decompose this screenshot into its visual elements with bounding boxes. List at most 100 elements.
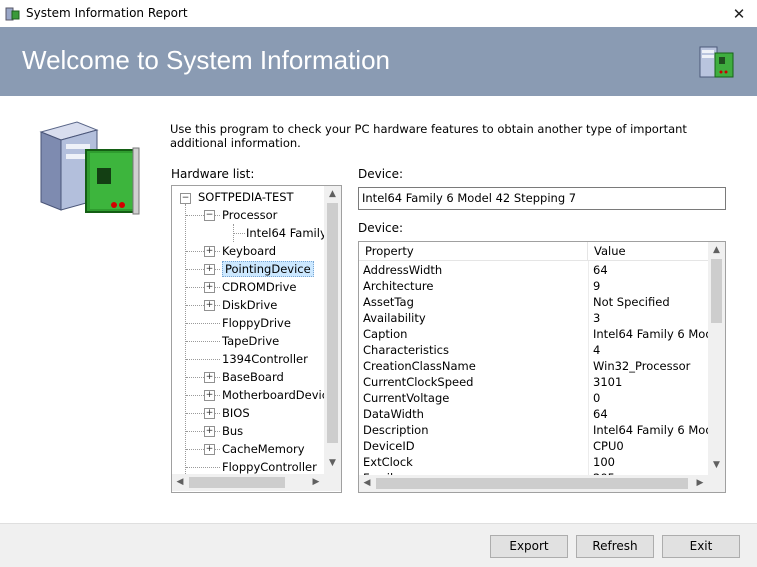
- property-value[interactable]: Intel64 Family 6 Model 42 Stepping 7: [593, 326, 708, 342]
- tree-item[interactable]: Bus: [222, 422, 243, 440]
- property-value[interactable]: 4: [593, 342, 708, 358]
- scroll-down-icon[interactable]: ▼: [708, 460, 725, 470]
- tree-item[interactable]: MotherboardDevice: [222, 386, 335, 404]
- tree-line: [233, 233, 245, 234]
- tree-item-label: Processor: [222, 208, 278, 222]
- property-name[interactable]: DeviceID: [363, 438, 585, 454]
- property-name[interactable]: CurrentVoltage: [363, 390, 585, 406]
- property-name[interactable]: Architecture: [363, 278, 585, 294]
- property-name[interactable]: DataWidth: [363, 406, 585, 422]
- tree-item[interactable]: Keyboard: [222, 242, 276, 260]
- computer-hardware-icon: [39, 121, 140, 215]
- hardware-tree[interactable]: − SOFTPEDIA-TEST − Processor Intel64 Famil…: [171, 185, 342, 493]
- property-name[interactable]: ExtClock: [363, 454, 585, 470]
- tree-item-label: TapeDrive: [222, 334, 280, 348]
- scroll-right-icon[interactable]: ▶: [310, 477, 322, 487]
- tree-vertical-scrollbar[interactable]: ▲ ▼: [324, 186, 341, 474]
- scroll-right-icon[interactable]: ▶: [694, 478, 706, 488]
- tree-item[interactable]: BaseBoard: [222, 368, 284, 386]
- tree-item[interactable]: TapeDrive: [222, 332, 279, 350]
- property-value[interactable]: 100: [593, 454, 708, 470]
- tree-item[interactable]: CacheMemory: [222, 440, 305, 458]
- collapse-icon[interactable]: −: [204, 210, 215, 221]
- tree-line: [186, 341, 220, 342]
- window-title: System Information Report: [26, 6, 188, 20]
- scroll-up-icon[interactable]: ▲: [324, 189, 341, 199]
- expand-icon[interactable]: +: [204, 426, 215, 437]
- scroll-thumb[interactable]: [711, 259, 722, 323]
- grid-vertical-scrollbar[interactable]: ▲ ▼: [708, 242, 725, 475]
- property-value[interactable]: 64: [593, 262, 708, 278]
- property-name[interactable]: Caption: [363, 326, 585, 342]
- property-name[interactable]: CurrentClockSpeed: [363, 374, 585, 390]
- banner-heading: Welcome to System Information: [22, 45, 390, 75]
- tree-item[interactable]: PointingDevice: [222, 260, 314, 278]
- tree-item[interactable]: CDROMDrive: [222, 278, 297, 296]
- scroll-left-icon[interactable]: ◀: [174, 477, 186, 487]
- scroll-corner: [324, 474, 341, 491]
- scroll-thumb[interactable]: [327, 203, 338, 443]
- property-value[interactable]: Intel64 Family 6 Model 42 Stepping 7: [593, 422, 708, 438]
- expand-icon[interactable]: +: [204, 390, 215, 401]
- expand-icon[interactable]: +: [204, 246, 215, 257]
- collapse-icon[interactable]: −: [180, 193, 191, 204]
- properties-grid[interactable]: Property Value AddressWidth 64 Architectur…: [358, 241, 726, 493]
- property-value[interactable]: Win32_Processor: [593, 358, 708, 374]
- tree-item-label: DiskDrive: [222, 298, 278, 312]
- property-name[interactable]: Description: [363, 422, 585, 438]
- column-header-value[interactable]: Value: [588, 242, 708, 261]
- expand-icon[interactable]: +: [204, 372, 215, 383]
- refresh-button[interactable]: Refresh: [576, 535, 654, 558]
- tree-item[interactable]: DiskDrive: [222, 296, 277, 314]
- exit-button[interactable]: Exit: [662, 535, 740, 558]
- computer-hardware-icon: [699, 46, 734, 78]
- tree-line: [186, 467, 220, 468]
- expand-icon[interactable]: +: [204, 300, 215, 311]
- scroll-corner: [708, 475, 725, 492]
- scroll-thumb[interactable]: [376, 478, 688, 489]
- property-value[interactable]: 64: [593, 406, 708, 422]
- property-value[interactable]: 0: [593, 390, 708, 406]
- property-value[interactable]: 3: [593, 310, 708, 326]
- close-button[interactable]: ✕: [722, 2, 756, 26]
- hardware-list-label: Hardware list:: [171, 167, 255, 181]
- property-value[interactable]: 9: [593, 278, 708, 294]
- property-value[interactable]: 3101: [593, 374, 708, 390]
- tree-horizontal-scrollbar[interactable]: ◀ ▶: [172, 474, 324, 491]
- welcome-banner: Welcome to System Information: [0, 27, 757, 96]
- property-name[interactable]: Availability: [363, 310, 585, 326]
- tree-item-label: 1394Controller: [222, 352, 308, 366]
- property-name[interactable]: AssetTag: [363, 294, 585, 310]
- tree-item-label: FloppyController: [222, 460, 317, 474]
- tree-line: [186, 323, 220, 324]
- tree-item[interactable]: 1394Controller: [222, 350, 308, 368]
- tree-line: [233, 224, 234, 242]
- scroll-up-icon[interactable]: ▲: [708, 245, 725, 255]
- property-value[interactable]: CPU0: [593, 438, 708, 454]
- tree-item[interactable]: BIOS: [222, 404, 250, 422]
- expand-icon[interactable]: +: [204, 282, 215, 293]
- property-name[interactable]: AddressWidth: [363, 262, 585, 278]
- tree-item[interactable]: Processor: [222, 206, 277, 224]
- tree-line: [185, 204, 186, 474]
- property-name[interactable]: CreationClassName: [363, 358, 585, 374]
- scroll-left-icon[interactable]: ◀: [361, 478, 373, 488]
- tree-item[interactable]: FloppyDrive: [222, 314, 291, 332]
- column-divider: [588, 261, 589, 475]
- expand-icon[interactable]: +: [204, 444, 215, 455]
- scroll-down-icon[interactable]: ▼: [324, 458, 341, 468]
- tree-item-label: CDROMDrive: [222, 280, 297, 294]
- property-value[interactable]: Not Specified: [593, 294, 708, 310]
- tree-item-label: Keyboard: [222, 244, 277, 258]
- tree-root[interactable]: SOFTPEDIA-TEST: [198, 188, 294, 206]
- property-name[interactable]: Characteristics: [363, 342, 585, 358]
- expand-icon[interactable]: +: [204, 408, 215, 419]
- device-value: Intel64 Family 6 Model 42 Stepping 7: [362, 191, 577, 205]
- export-button[interactable]: Export: [490, 535, 568, 558]
- expand-icon[interactable]: +: [204, 264, 215, 275]
- device-label: Device:: [358, 167, 404, 181]
- column-header-property[interactable]: Property: [359, 242, 588, 261]
- scroll-thumb[interactable]: [189, 477, 285, 488]
- grid-horizontal-scrollbar[interactable]: ◀ ▶: [359, 475, 708, 492]
- device-field[interactable]: Intel64 Family 6 Model 42 Stepping 7: [358, 187, 726, 210]
